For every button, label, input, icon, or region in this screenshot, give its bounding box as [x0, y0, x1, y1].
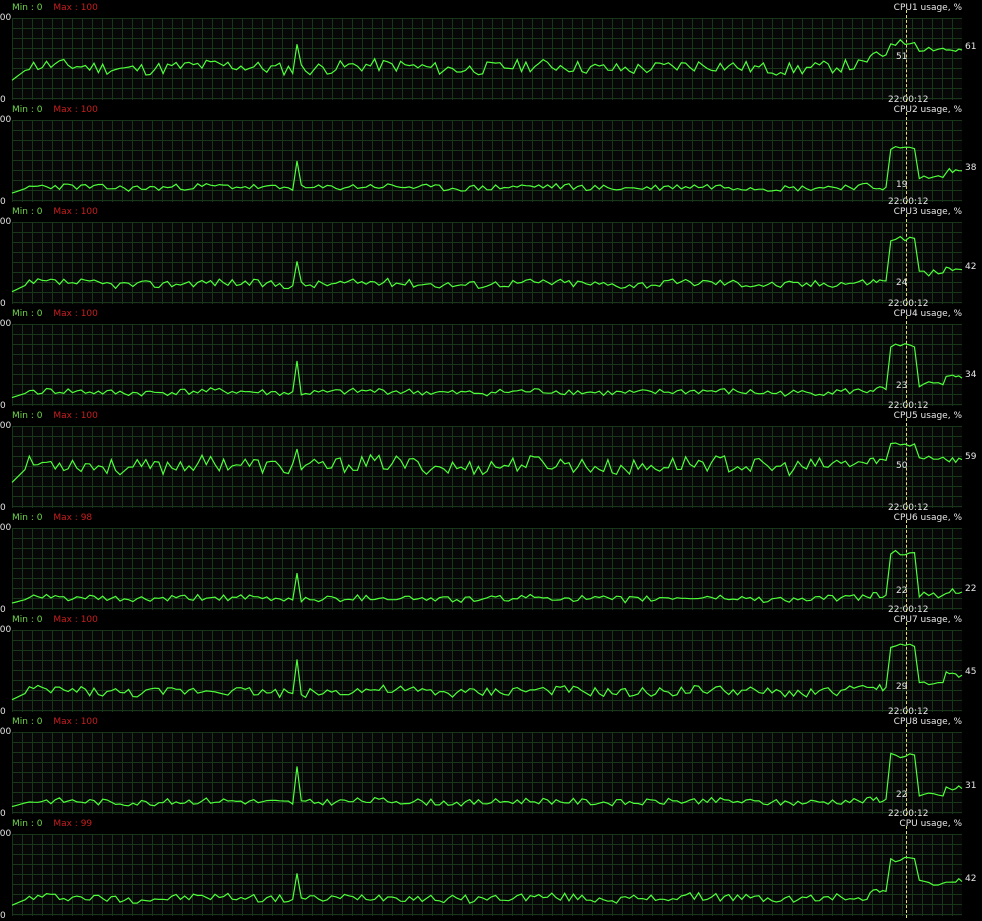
- cpu-panel-7: Min : 0 Max : 100 CPU7 usage, % 100 0 22…: [0, 612, 982, 717]
- cpu-panel-4: Min : 0 Max : 100 CPU4 usage, % 100 0 22…: [0, 306, 982, 411]
- cpu-panel-1: Min : 0 Max : 100 CPU1 usage, % 100 0 22…: [0, 0, 982, 105]
- current-value-label: 34: [965, 370, 977, 381]
- cpu-trace: [11, 442, 963, 483]
- panel-header: Min : 0 Max : 99 CPU usage, %: [0, 816, 982, 832]
- min-max-readout: Min : 0 Max : 99: [12, 819, 92, 829]
- panel-header: Min : 0 Max : 100 CPU3 usage, %: [0, 204, 982, 220]
- panel-title: CPU5 usage, %: [893, 411, 962, 421]
- min-label: Min : 0: [12, 3, 43, 13]
- cpu-trace: [11, 145, 963, 194]
- panel-header: Min : 0 Max : 98 CPU6 usage, %: [0, 510, 982, 526]
- max-label: Max : 100: [53, 207, 98, 217]
- panel-title: CPU1 usage, %: [893, 3, 962, 13]
- current-value-label: 45: [965, 667, 977, 678]
- y-axis-max-label: 100: [0, 115, 12, 125]
- y-axis-max-label: 100: [0, 217, 12, 227]
- panel-header: Min : 0 Max : 100 CPU8 usage, %: [0, 714, 982, 730]
- min-label: Min : 0: [12, 717, 43, 727]
- max-label: Max : 100: [53, 105, 98, 115]
- panel-title: CPU6 usage, %: [893, 513, 962, 523]
- min-label: Min : 0: [12, 207, 43, 217]
- y-axis-max-label: 100: [0, 625, 12, 635]
- min-max-readout: Min : 0 Max : 100: [12, 105, 98, 115]
- panel-title: CPU2 usage, %: [893, 105, 962, 115]
- panel-header: Min : 0 Max : 100 CPU5 usage, %: [0, 408, 982, 424]
- cpu-trace-line: [11, 856, 963, 906]
- panel-header: Min : 0 Max : 100 CPU1 usage, %: [0, 0, 982, 16]
- max-label: Max : 100: [53, 309, 98, 319]
- panel-title: CPU8 usage, %: [893, 717, 962, 727]
- current-value-label: 59: [965, 451, 977, 462]
- y-axis-max-label: 100: [0, 319, 12, 329]
- min-max-readout: Min : 0 Max : 100: [12, 717, 98, 727]
- cpu-trace-line: [11, 145, 963, 194]
- min-max-readout: Min : 0 Max : 100: [12, 309, 98, 319]
- panel-header: Min : 0 Max : 100 CPU7 usage, %: [0, 612, 982, 628]
- current-value-label: 42: [965, 261, 977, 272]
- min-max-readout: Min : 0 Max : 100: [12, 207, 98, 217]
- y-axis-max-label: 100: [0, 13, 12, 23]
- cpu-trace: [11, 235, 963, 293]
- panel-title: CPU4 usage, %: [893, 309, 962, 319]
- max-label: Max : 100: [53, 615, 98, 625]
- current-value-label: 31: [965, 780, 977, 791]
- max-label: Max : 98: [53, 513, 93, 523]
- cpu-trace-line: [11, 343, 963, 399]
- min-max-readout: Min : 0 Max : 100: [12, 411, 98, 421]
- cpu-panel-8: Min : 0 Max : 100 CPU8 usage, % 100 0 22…: [0, 714, 982, 819]
- cpu-panel-2: Min : 0 Max : 100 CPU2 usage, % 100 0 22…: [0, 102, 982, 207]
- panel-header: Min : 0 Max : 100 CPU2 usage, %: [0, 102, 982, 118]
- cpu-panel-9: Min : 0 Max : 99 CPU usage, % 100 0 42: [0, 816, 982, 921]
- y-axis-max-label: 100: [0, 421, 12, 431]
- min-label: Min : 0: [12, 819, 43, 829]
- cpu-trace-line: [11, 442, 963, 483]
- max-label: Max : 99: [53, 819, 93, 829]
- min-label: Min : 0: [12, 411, 43, 421]
- min-max-readout: Min : 0 Max : 100: [12, 3, 98, 13]
- cpu-trace: [11, 643, 963, 701]
- cpu-panel-3: Min : 0 Max : 100 CPU3 usage, % 100 0 22…: [0, 204, 982, 309]
- cpu-panel-6: Min : 0 Max : 98 CPU6 usage, % 100 0 22:…: [0, 510, 982, 615]
- cpu-trace: [11, 549, 963, 604]
- cpu-panel-5: Min : 0 Max : 100 CPU5 usage, % 100 0 22…: [0, 408, 982, 513]
- min-label: Min : 0: [12, 615, 43, 625]
- y-axis-max-label: 100: [0, 523, 12, 533]
- cpu-trace-line: [11, 752, 963, 808]
- cpu-trace-line: [11, 549, 963, 604]
- cpu-trace-line: [11, 38, 963, 81]
- panel-header: Min : 0 Max : 100 CPU4 usage, %: [0, 306, 982, 322]
- y-axis-max-label: 100: [0, 727, 12, 737]
- current-value-label: 42: [965, 873, 977, 884]
- cpu-trace: [11, 752, 963, 808]
- current-value-label: 22: [965, 583, 977, 594]
- max-label: Max : 100: [53, 717, 98, 727]
- current-value-label: 61: [965, 41, 977, 52]
- cpu-trace: [11, 38, 963, 81]
- cpu-trace-line: [11, 643, 963, 701]
- min-label: Min : 0: [12, 513, 43, 523]
- min-label: Min : 0: [12, 105, 43, 115]
- min-max-readout: Min : 0 Max : 98: [12, 513, 92, 523]
- panel-title: CPU7 usage, %: [893, 615, 962, 625]
- y-axis-max-label: 100: [0, 829, 12, 839]
- cpu-trace: [11, 856, 963, 906]
- cpu-trace: [11, 343, 963, 399]
- max-label: Max : 100: [53, 411, 98, 421]
- max-label: Max : 100: [53, 3, 98, 13]
- cpu-trace-line: [11, 235, 963, 293]
- current-value-label: 38: [965, 162, 977, 173]
- panel-title: CPU usage, %: [899, 819, 962, 829]
- min-label: Min : 0: [12, 309, 43, 319]
- y-axis-min-label: 0: [0, 911, 6, 921]
- min-max-readout: Min : 0 Max : 100: [12, 615, 98, 625]
- panel-title: CPU3 usage, %: [893, 207, 962, 217]
